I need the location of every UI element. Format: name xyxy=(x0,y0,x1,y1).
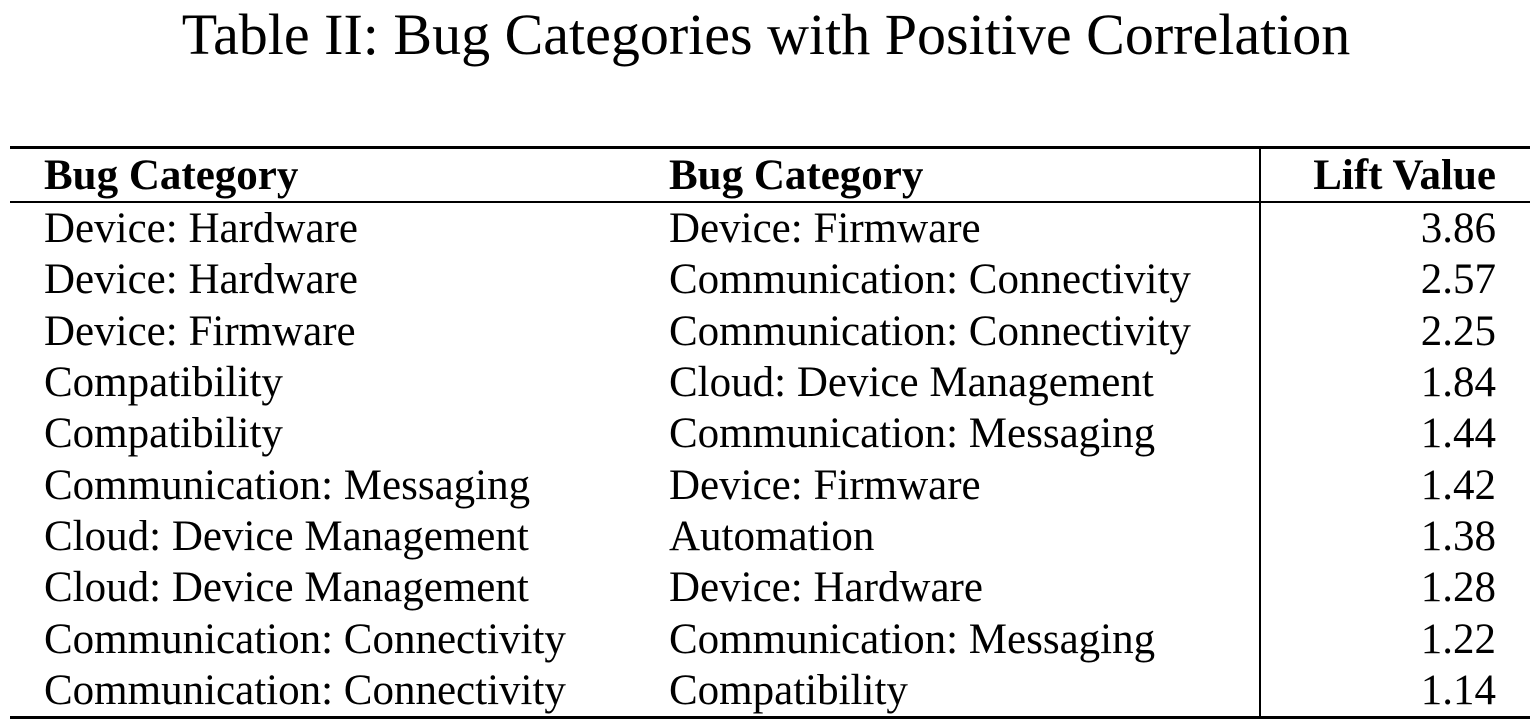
table-row: Cloud: Device Management Automation 1.38 xyxy=(10,510,1530,563)
bug-category-b-cell: Communication: Connectivity xyxy=(669,256,1191,304)
table-row: Device: Hardware Device: Firmware 3.86 xyxy=(10,202,1530,255)
bug-category-a-cell: Device: Firmware xyxy=(44,307,356,355)
table-row: Cloud: Device Management Device: Hardwar… xyxy=(10,562,1530,614)
lift-value-cell: 1.44 xyxy=(1259,408,1530,460)
lift-value-cell: 1.28 xyxy=(1259,562,1530,614)
lift-value-cell: 1.22 xyxy=(1259,613,1530,665)
bug-category-a-cell: Device: Hardware xyxy=(44,205,358,253)
bug-category-a-cell: Compatibility xyxy=(44,410,283,458)
bug-correlation-table: Bug Category Bug Category Lift Value Dev… xyxy=(10,146,1530,719)
bug-category-b-cell: Automation xyxy=(669,512,875,560)
bug-category-a-cell: Compatibility xyxy=(44,359,283,407)
table-row: Communication: Messaging Device: Firmwar… xyxy=(10,459,1530,511)
header-bug-category-2: Bug Category xyxy=(669,151,924,199)
table-row: Communication: Connectivity Compatibilit… xyxy=(10,664,1530,718)
bug-category-b-cell: Device: Hardware xyxy=(669,564,983,612)
bug-category-a-cell: Cloud: Device Management xyxy=(44,564,529,612)
lift-value-cell: 3.86 xyxy=(1259,202,1530,255)
bug-category-b-cell: Communication: Messaging xyxy=(669,615,1156,663)
header-row: Bug Category Bug Category Lift Value xyxy=(10,147,1530,202)
bug-category-b-cell: Communication: Messaging xyxy=(669,410,1156,458)
table-body: Device: Hardware Device: Firmware 3.86 D… xyxy=(10,202,1530,718)
lift-value-cell: 1.42 xyxy=(1259,459,1530,511)
bug-category-a-cell: Cloud: Device Management xyxy=(44,512,529,560)
table-row: Compatibility Cloud: Device Management 1… xyxy=(10,356,1530,409)
lift-value-cell: 2.25 xyxy=(1259,305,1530,357)
bug-category-b-cell: Communication: Connectivity xyxy=(669,307,1191,355)
table-header: Bug Category Bug Category Lift Value xyxy=(10,147,1530,202)
lift-value-cell: 2.57 xyxy=(1259,254,1530,306)
table-row: Device: Firmware Communication: Connecti… xyxy=(10,305,1530,357)
bug-category-a-cell: Communication: Connectivity xyxy=(44,666,566,714)
bug-correlation-table-container: Bug Category Bug Category Lift Value Dev… xyxy=(10,146,1530,719)
bug-category-a-cell: Communication: Connectivity xyxy=(44,615,566,663)
table-caption: Table II: Bug Categories with Positive C… xyxy=(181,2,1351,67)
bug-category-b-cell: Device: Firmware xyxy=(669,205,981,253)
bug-category-b-cell: Device: Firmware xyxy=(669,461,981,509)
table-row: Compatibility Communication: Messaging 1… xyxy=(10,408,1530,460)
bug-category-b-cell: Compatibility xyxy=(669,666,908,714)
lift-value-cell: 1.38 xyxy=(1259,510,1530,563)
bug-category-a-cell: Communication: Messaging xyxy=(44,461,531,509)
header-bug-category-1: Bug Category xyxy=(44,151,299,199)
bug-category-b-cell: Cloud: Device Management xyxy=(669,359,1154,407)
bug-category-a-cell: Device: Hardware xyxy=(44,256,358,304)
lift-value-cell: 1.14 xyxy=(1259,664,1530,718)
table-row: Communication: Connectivity Communicatio… xyxy=(10,613,1530,665)
lift-value-cell: 1.84 xyxy=(1259,356,1530,409)
table-row: Device: Hardware Communication: Connecti… xyxy=(10,254,1530,306)
header-lift-value: Lift Value xyxy=(1259,147,1530,202)
